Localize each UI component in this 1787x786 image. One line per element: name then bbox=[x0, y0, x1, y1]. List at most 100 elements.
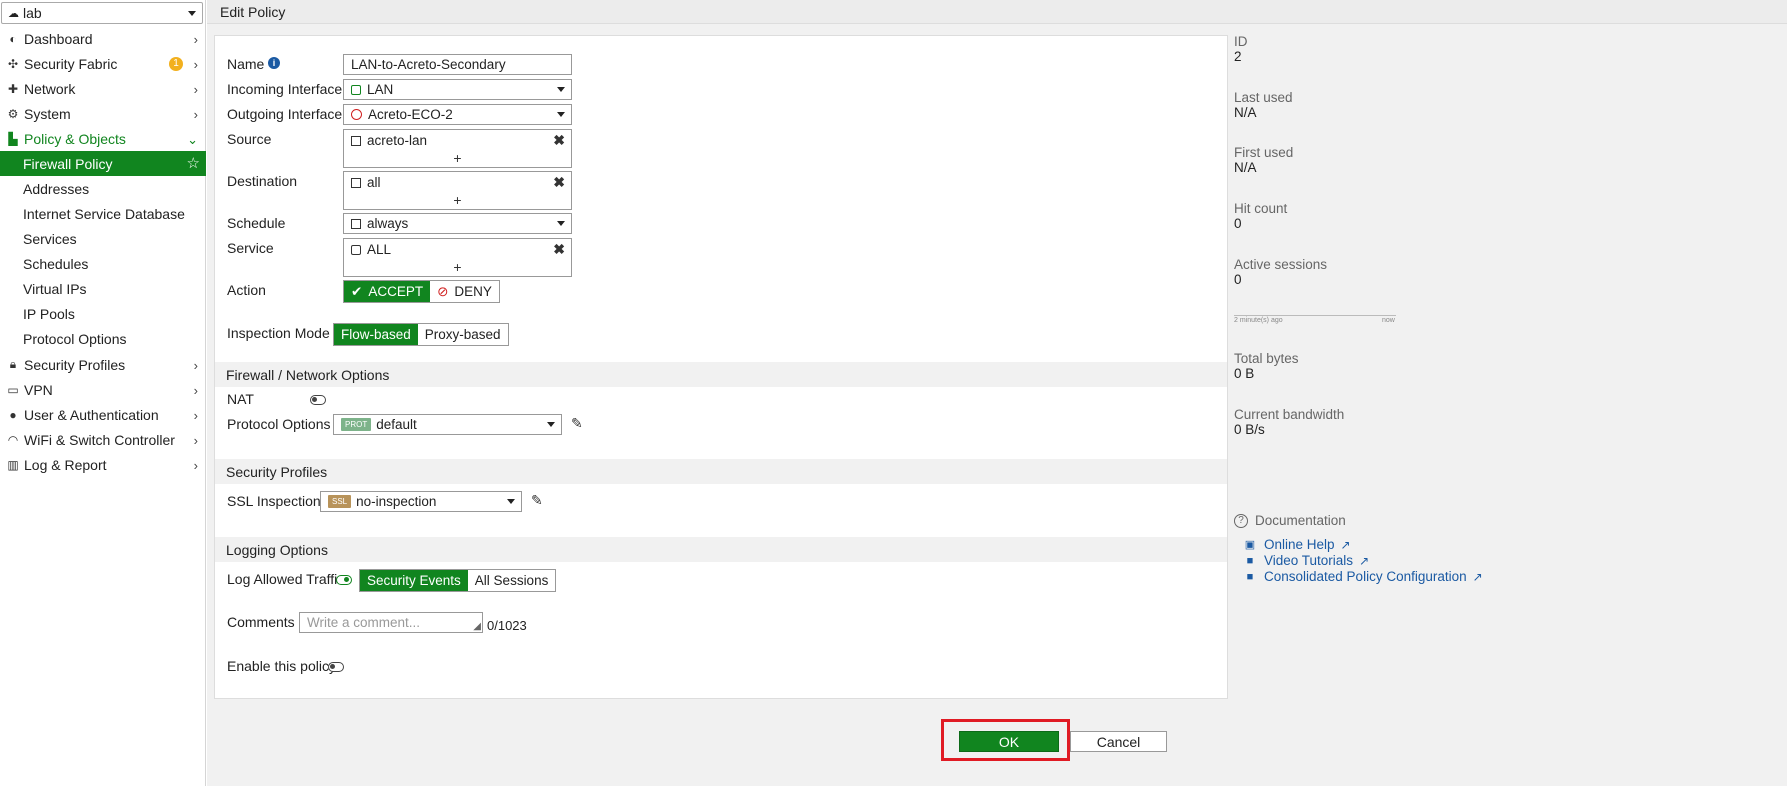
edit-policy-form: Name i LAN-to-Acreto-Secondary Incoming … bbox=[214, 35, 1228, 699]
source-select[interactable]: acreto-lan ✖ + bbox=[343, 129, 572, 168]
network-icon: ✚ bbox=[7, 81, 19, 96]
enable-policy-toggle[interactable] bbox=[328, 662, 344, 672]
star-icon[interactable]: ☆ bbox=[187, 154, 200, 172]
sidebar-subitem-addresses[interactable]: Addresses bbox=[0, 176, 206, 201]
destination-label: Destination bbox=[227, 173, 298, 189]
chevron-right-icon: › bbox=[193, 383, 198, 398]
sidebar-subitem-label: Schedules bbox=[23, 255, 89, 272]
outgoing-interface-select[interactable]: Acreto-ECO-2 bbox=[343, 104, 572, 125]
sidebar-item-user-authentication[interactable]: ● User & Authentication › bbox=[0, 402, 206, 427]
chevron-down-icon bbox=[188, 11, 196, 16]
active-sessions-value: 0 bbox=[1234, 272, 1242, 287]
sidebar-subitem-label: Firewall Policy bbox=[23, 155, 113, 172]
chevron-right-icon: › bbox=[193, 358, 198, 373]
cloud-icon: ☁ bbox=[8, 7, 19, 20]
ssl-inspection-select[interactable]: SSL no-inspection bbox=[320, 491, 522, 512]
remove-icon[interactable]: ✖ bbox=[553, 241, 565, 258]
last-used-label: Last used bbox=[1234, 90, 1293, 105]
schedule-select[interactable]: always bbox=[343, 213, 572, 234]
vdom-selector[interactable]: ☁ lab bbox=[1, 2, 203, 24]
nat-toggle[interactable] bbox=[310, 395, 326, 405]
log-allowed-traffic-label: Log Allowed Traffic bbox=[227, 571, 345, 587]
resize-handle-icon[interactable]: ◢ bbox=[473, 621, 481, 632]
sidebar-subitem-internet-service-database[interactable]: Internet Service Database bbox=[0, 201, 206, 226]
all-sessions-button[interactable]: All Sessions bbox=[467, 570, 556, 591]
proxy-based-button[interactable]: Proxy-based bbox=[417, 324, 508, 345]
protocol-options-select[interactable]: PROT default bbox=[333, 414, 562, 435]
sidebar-item-log-report[interactable]: ▥ Log & Report › bbox=[0, 452, 206, 477]
info-icon[interactable]: i bbox=[268, 57, 280, 69]
source-item: acreto-lan bbox=[351, 133, 427, 148]
log-allowed-traffic-toggle[interactable] bbox=[336, 575, 352, 585]
add-icon[interactable]: + bbox=[344, 150, 571, 166]
sidebar-subitem-services[interactable]: Services bbox=[0, 226, 206, 251]
external-link-icon: ↗ bbox=[1472, 569, 1483, 584]
schedule-label: Schedule bbox=[227, 215, 286, 231]
online-help-link[interactable]: ▣ Online Help ↗ bbox=[1244, 537, 1351, 552]
sidebar-subitem-label: Protocol Options bbox=[23, 330, 127, 347]
logging-options-header: Logging Options bbox=[215, 537, 1227, 562]
sidebar-item-network[interactable]: ✚ Network › bbox=[0, 76, 206, 101]
tunnel-icon bbox=[351, 109, 362, 120]
sidebar-item-policy-objects[interactable]: ▙ Policy & Objects ⌄ bbox=[0, 126, 206, 151]
security-events-button[interactable]: Security Events bbox=[360, 570, 468, 591]
accept-button[interactable]: ✔ ACCEPT bbox=[344, 281, 431, 302]
sidebar-subitem-ip-pools[interactable]: IP Pools bbox=[0, 301, 206, 326]
port-icon bbox=[351, 84, 361, 95]
security-profiles-header: Security Profiles bbox=[215, 459, 1227, 484]
external-link-icon: ↗ bbox=[1340, 537, 1351, 552]
remove-icon[interactable]: ✖ bbox=[553, 132, 565, 149]
chevron-right-icon: › bbox=[193, 458, 198, 473]
service-select[interactable]: ALL ✖ + bbox=[343, 238, 572, 277]
hit-count-label: Hit count bbox=[1234, 201, 1288, 216]
outgoing-interface-value: Acreto-ECO-2 bbox=[368, 107, 453, 122]
comments-label: Comments bbox=[227, 614, 295, 630]
cancel-button[interactable]: Cancel bbox=[1070, 731, 1167, 752]
edit-icon[interactable]: ✎ bbox=[571, 415, 583, 432]
sidebar-item-wifi-switch[interactable]: ◠ WiFi & Switch Controller › bbox=[0, 427, 206, 452]
sidebar-item-dashboard[interactable]: ◐ Dashboard › bbox=[0, 26, 206, 51]
ok-button[interactable]: OK bbox=[959, 731, 1059, 752]
video-icon: ■ bbox=[1246, 554, 1254, 567]
name-value: LAN-to-Acreto-Secondary bbox=[351, 57, 506, 72]
deny-button[interactable]: ⊘ DENY bbox=[430, 281, 499, 302]
consolidated-policy-link[interactable]: ■ Consolidated Policy Configuration ↗ bbox=[1244, 569, 1483, 584]
sidebar-item-label: Log & Report bbox=[24, 456, 107, 473]
add-icon[interactable]: + bbox=[344, 192, 571, 208]
incoming-interface-select[interactable]: LAN bbox=[343, 79, 572, 100]
link-label: Video Tutorials bbox=[1264, 553, 1354, 568]
add-icon[interactable]: + bbox=[344, 259, 571, 275]
sidebar-item-label: WiFi & Switch Controller bbox=[24, 431, 175, 448]
chevron-down-icon bbox=[547, 422, 555, 427]
sidebar-item-label: Dashboard bbox=[24, 30, 93, 47]
video-icon: ■ bbox=[1246, 570, 1254, 583]
sidebar-subitem-label: Addresses bbox=[23, 180, 90, 197]
hit-count-value: 0 bbox=[1234, 216, 1242, 231]
sidebar-item-system[interactable]: ⚙ System › bbox=[0, 101, 206, 126]
sparkline-start-label: 2 minute(s) ago bbox=[1234, 317, 1283, 324]
last-used-value: N/A bbox=[1234, 105, 1257, 120]
current-bandwidth-value: 0 B/s bbox=[1234, 422, 1265, 437]
sidebar-item-vpn[interactable]: ▭ VPN › bbox=[0, 377, 206, 402]
source-label: Source bbox=[227, 131, 272, 147]
accept-label: ACCEPT bbox=[368, 284, 424, 299]
remove-icon[interactable]: ✖ bbox=[553, 174, 565, 191]
sessions-sparkline bbox=[1234, 315, 1396, 316]
flow-based-button[interactable]: Flow-based bbox=[334, 324, 418, 345]
sidebar-subitem-virtual-ips[interactable]: Virtual IPs bbox=[0, 276, 206, 301]
destination-select[interactable]: all ✖ + bbox=[343, 171, 572, 210]
sidebar-subitem-firewall-policy[interactable]: Firewall Policy ☆ bbox=[0, 151, 206, 176]
sidebar-item-security-fabric[interactable]: ✣ Security Fabric 1 › bbox=[0, 51, 206, 76]
nat-label: NAT bbox=[227, 391, 254, 407]
video-tutorials-link[interactable]: ■ Video Tutorials ↗ bbox=[1244, 553, 1369, 568]
sidebar-subitem-schedules[interactable]: Schedules bbox=[0, 251, 206, 276]
section-title: Firewall / Network Options bbox=[226, 366, 390, 383]
sidebar-item-security-profiles[interactable]: 🔒︎ Security Profiles › bbox=[0, 352, 206, 377]
comments-textarea[interactable]: Write a comment... ◢ bbox=[299, 612, 483, 633]
sidebar-subitem-protocol-options[interactable]: Protocol Options bbox=[0, 326, 206, 351]
incoming-interface-label: Incoming Interface bbox=[227, 81, 343, 97]
sidebar-item-label: User & Authentication bbox=[24, 406, 159, 423]
edit-icon[interactable]: ✎ bbox=[531, 492, 543, 509]
name-input[interactable]: LAN-to-Acreto-Secondary bbox=[343, 54, 572, 75]
active-sessions-label: Active sessions bbox=[1234, 257, 1328, 272]
